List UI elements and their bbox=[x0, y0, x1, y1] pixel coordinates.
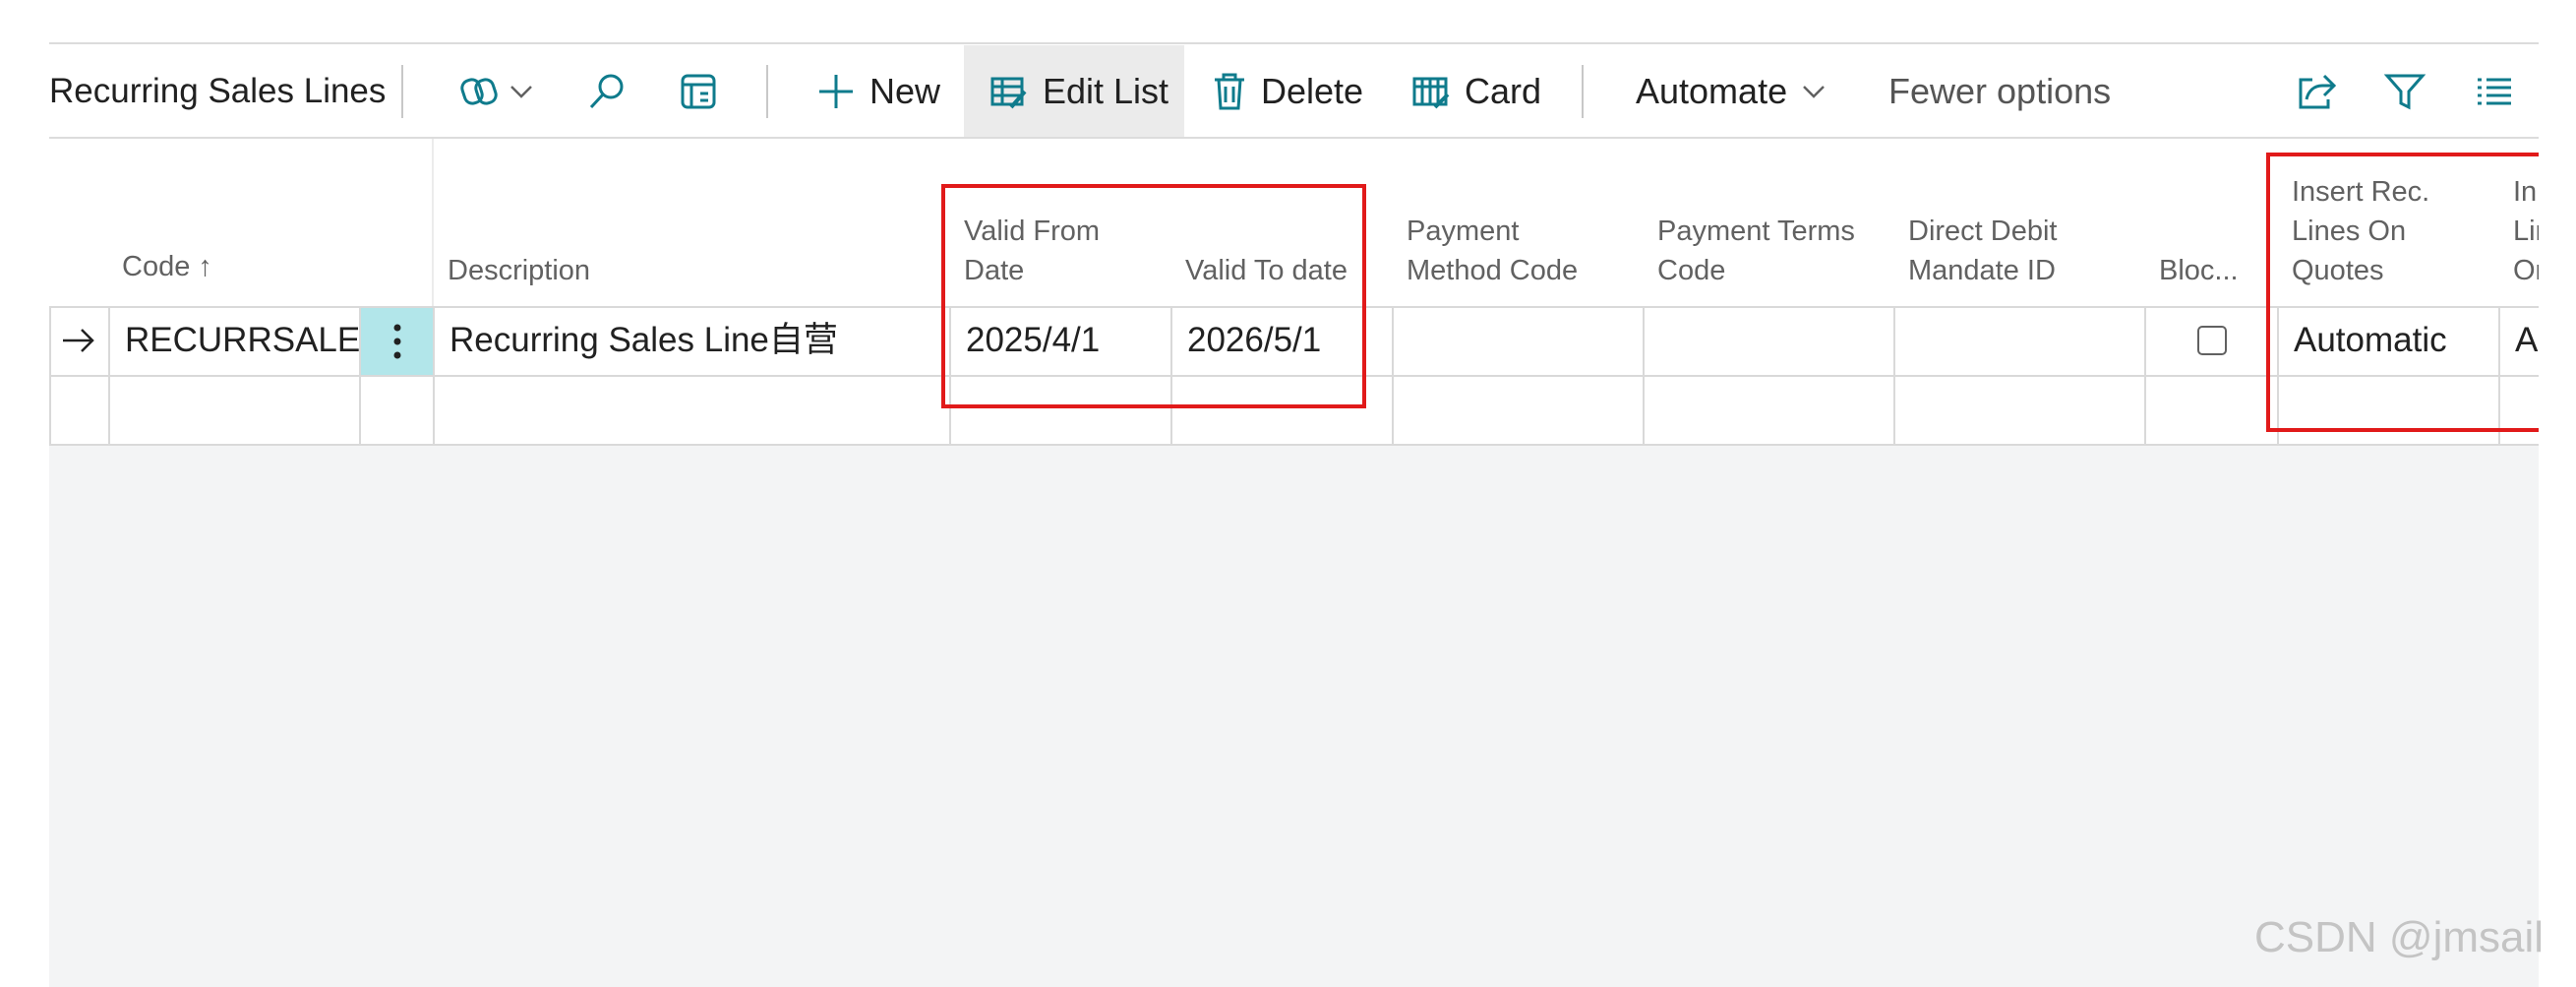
card-button[interactable]: Card bbox=[1411, 45, 1541, 138]
new-button[interactable]: New bbox=[816, 45, 940, 138]
analysis-mode-button[interactable] bbox=[677, 45, 720, 138]
arrow-right-icon bbox=[61, 326, 96, 355]
delete-button[interactable]: Delete bbox=[1212, 45, 1363, 138]
delete-label: Delete bbox=[1261, 71, 1364, 111]
header-line: Payment bbox=[1407, 216, 1520, 247]
search-button[interactable] bbox=[585, 45, 629, 138]
copilot-icon bbox=[457, 70, 501, 113]
analysis-icon bbox=[677, 70, 720, 113]
col-divider bbox=[1643, 306, 1645, 446]
list-view-button[interactable] bbox=[2475, 45, 2514, 138]
header-line: Direct Debit bbox=[1908, 216, 2058, 247]
col-divider bbox=[2144, 306, 2146, 446]
title-separator bbox=[401, 65, 403, 118]
column-header-description[interactable]: Description bbox=[448, 251, 590, 290]
highlight-box-insert-columns bbox=[2266, 153, 2539, 432]
edit-list-icon bbox=[989, 72, 1029, 111]
filter-button[interactable] bbox=[2383, 45, 2426, 138]
automate-label: Automate bbox=[1636, 71, 1788, 111]
share-icon bbox=[2295, 70, 2338, 113]
col-divider bbox=[108, 306, 110, 446]
col-divider bbox=[433, 306, 435, 446]
fewer-options-button[interactable]: Fewer options bbox=[1888, 45, 2111, 138]
edit-list-button[interactable]: Edit List bbox=[964, 45, 1184, 138]
row-actions-button[interactable] bbox=[361, 308, 433, 375]
chevron-down-icon bbox=[1799, 77, 1828, 106]
highlight-box-valid-dates bbox=[941, 184, 1366, 408]
description-cell[interactable]: Recurring Sales Line自营 bbox=[449, 306, 838, 375]
share-button[interactable] bbox=[2295, 45, 2338, 138]
plus-icon bbox=[816, 72, 856, 111]
action-bar: Recurring Sales Lines New Edit List Dele… bbox=[49, 45, 2539, 138]
card-label: Card bbox=[1465, 71, 1542, 111]
col-divider bbox=[1392, 306, 1394, 446]
delete-icon bbox=[1212, 72, 1247, 111]
page-title: Recurring Sales Lines bbox=[49, 72, 387, 110]
watermark: CSDN @jmsail bbox=[2254, 913, 2545, 961]
row-divider bbox=[49, 444, 2539, 446]
automate-menu-button[interactable]: Automate bbox=[1636, 45, 1828, 138]
blocked-checkbox[interactable] bbox=[2197, 326, 2227, 355]
column-header-code[interactable]: Code ↑ bbox=[122, 247, 212, 286]
new-button-label: New bbox=[869, 71, 941, 111]
toolbar-separator-2 bbox=[1582, 65, 1584, 118]
list-grid: Code ↑ Description Valid From Date Valid… bbox=[49, 139, 2539, 987]
column-header-payment-method[interactable]: Payment Method Code bbox=[1407, 212, 1578, 290]
column-header-direct-debit[interactable]: Direct Debit Mandate ID bbox=[1908, 212, 2058, 290]
search-icon bbox=[585, 70, 629, 113]
column-header-payment-terms[interactable]: Payment Terms Code bbox=[1657, 212, 1855, 290]
header-line: Method Code bbox=[1407, 255, 1579, 286]
col-divider bbox=[49, 306, 51, 446]
toolbar-separator bbox=[766, 65, 768, 118]
header-line: Code bbox=[1657, 255, 1726, 286]
header-line: Mandate ID bbox=[1908, 255, 2056, 286]
list-view-icon bbox=[2475, 72, 2514, 111]
more-options-icon bbox=[392, 322, 402, 361]
edit-list-label: Edit List bbox=[1043, 71, 1169, 111]
copilot-button[interactable] bbox=[457, 45, 536, 138]
code-cell[interactable]: RECURRSALE bbox=[125, 306, 360, 375]
page-top-divider bbox=[49, 42, 2539, 44]
chevron-down-icon bbox=[507, 77, 536, 106]
frozen-column-divider bbox=[432, 139, 434, 306]
col-divider bbox=[1893, 306, 1895, 446]
column-header-blocked[interactable]: Bloc... bbox=[2159, 251, 2239, 290]
card-icon bbox=[1411, 72, 1451, 111]
filter-icon bbox=[2383, 70, 2426, 113]
header-line: Payment Terms bbox=[1657, 216, 1855, 247]
